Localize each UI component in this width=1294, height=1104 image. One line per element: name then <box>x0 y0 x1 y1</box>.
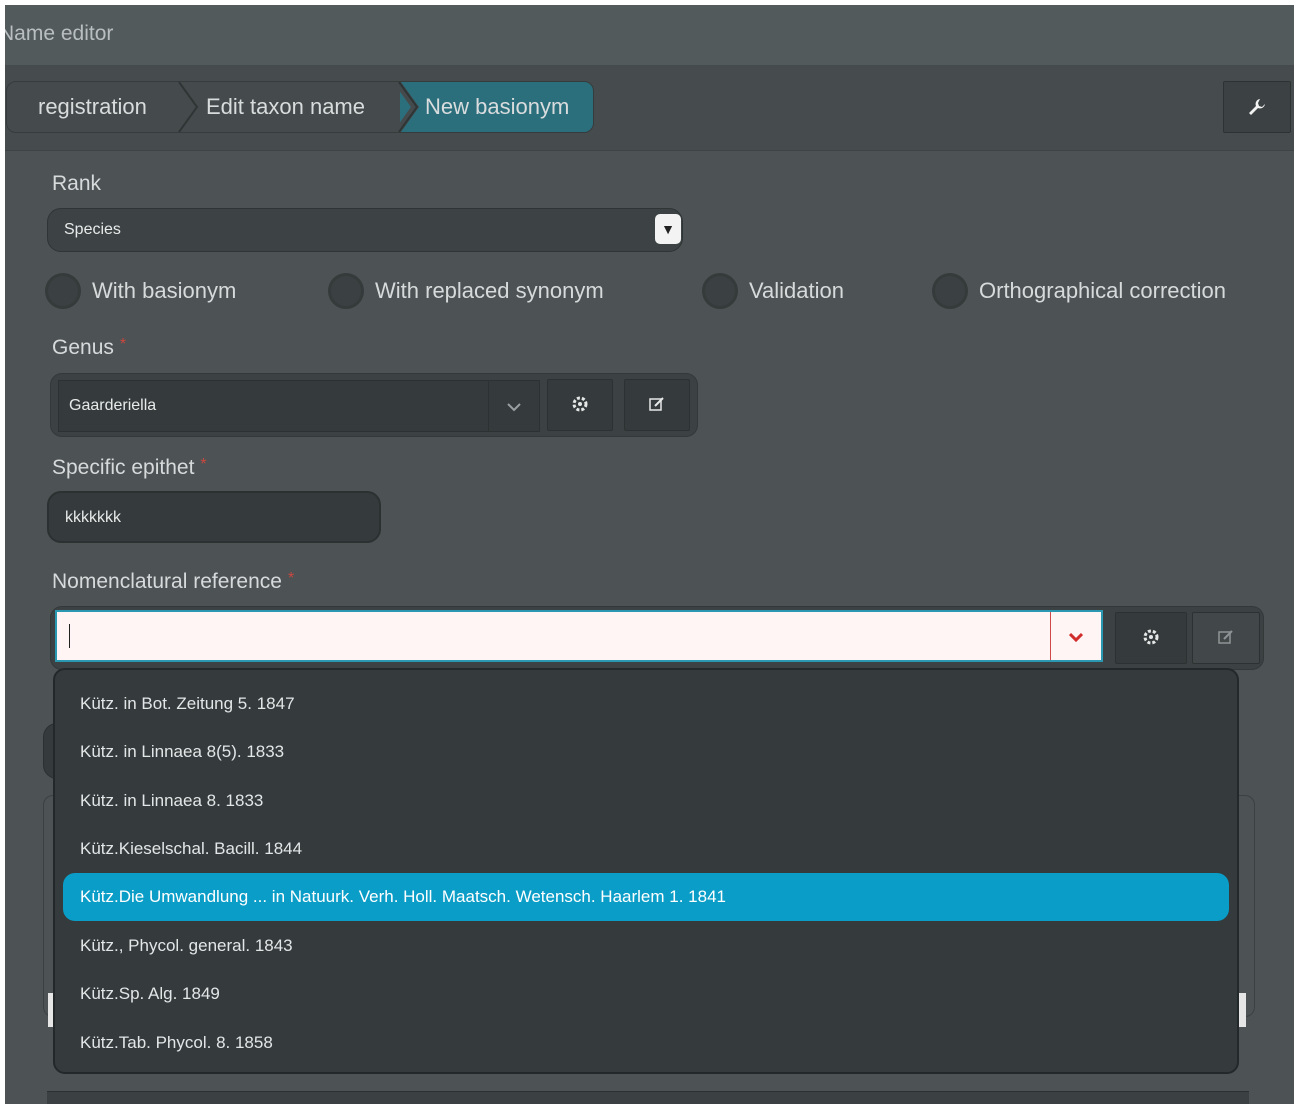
required-marker: * <box>287 570 295 587</box>
validation-checkbox[interactable] <box>702 273 738 309</box>
hidden-scroll-fragment <box>1238 993 1246 1027</box>
chevron-down-icon <box>1068 632 1084 643</box>
breadcrumb-separator-icon <box>393 82 419 132</box>
list-item[interactable]: Kütz.Sp. Alg. 1849 <box>63 970 1229 1018</box>
genus-label: Genus * <box>52 336 126 360</box>
toolbar: registration Edit taxon name New basiony… <box>5 66 1294 151</box>
breadcrumb-item-registration[interactable]: registration <box>38 82 147 132</box>
genus-select-button[interactable] <box>547 379 613 431</box>
list-item[interactable]: Kütz. in Linnaea 8. 1833 <box>63 777 1229 825</box>
specific-epithet-label: Specific epithet * <box>52 456 207 480</box>
genus-label-text: Genus <box>52 336 114 359</box>
edit-icon <box>649 397 664 411</box>
list-item-label: Kütz.Kieselschal. Bacill. 1844 <box>80 839 303 858</box>
rank-value: Species <box>64 221 121 238</box>
list-item-label: Kütz. in Linnaea 8(5). 1833 <box>80 742 285 761</box>
rank-select[interactable]: Species ▼ <box>47 208 683 252</box>
nomenclatural-reference-edit-button[interactable] <box>1192 612 1260 664</box>
window-title: Name editor <box>5 22 114 45</box>
orthographical-correction-label[interactable]: Orthographical correction <box>979 278 1226 304</box>
rank-label: Rank <box>52 172 102 195</box>
nomenclatural-reference-label-text: Nomenclatural reference <box>52 570 282 593</box>
breadcrumb-item-edit-taxon-name[interactable]: Edit taxon name <box>206 82 365 132</box>
with-replaced-synonym-checkbox[interactable] <box>328 273 364 309</box>
nomenclatural-reference-dropdown-button[interactable] <box>1050 612 1101 660</box>
list-item[interactable]: Kütz.Kieselschal. Bacill. 1844 <box>63 825 1229 873</box>
with-basionym-label[interactable]: With basionym <box>92 278 236 304</box>
with-basionym-checkbox[interactable] <box>45 273 81 309</box>
list-item[interactable]: Kütz. in Linnaea 8(5). 1833 <box>63 728 1229 776</box>
list-item-label: Kütz. in Bot. Zeitung 5. 1847 <box>80 694 295 713</box>
orthographical-correction-checkbox[interactable] <box>932 273 968 309</box>
validation-label[interactable]: Validation <box>749 278 844 304</box>
breadcrumb-item-new-basionym[interactable]: New basionym <box>425 82 569 132</box>
specific-epithet-value: kkkkkkk <box>65 509 121 526</box>
name-editor-window: Name editor registration Edit taxon name… <box>5 5 1294 1104</box>
genus-field-group: Gaarderiella <box>50 373 698 437</box>
list-item[interactable]: Kütz.Tab. Phycol. 8. 1858 <box>63 1019 1229 1067</box>
settings-button[interactable] <box>1223 81 1291 133</box>
list-item[interactable]: Kütz. in Bot. Zeitung 5. 1847 <box>63 680 1229 728</box>
hidden-field-fragment <box>47 1091 1249 1104</box>
list-item-label: Kütz., Phycol. general. 1843 <box>80 936 293 955</box>
chevron-down-icon <box>507 403 521 412</box>
list-item-label: Kütz.Sp. Alg. 1849 <box>80 984 220 1003</box>
cog-icon <box>572 396 588 412</box>
specific-epithet-input[interactable]: kkkkkkk <box>47 491 381 543</box>
nomenclatural-reference-field-group <box>50 606 1264 670</box>
required-marker: * <box>200 456 207 473</box>
text-caret <box>69 624 70 648</box>
list-item-label: Kütz. in Linnaea 8. 1833 <box>80 791 264 810</box>
list-item[interactable]: Kütz., Phycol. general. 1843 <box>63 922 1229 970</box>
edit-icon <box>1218 630 1233 644</box>
list-item-highlighted[interactable]: Kütz.Die Umwandlung ... in Natuurk. Verh… <box>63 873 1229 921</box>
nomenclatural-reference-input[interactable] <box>55 610 1103 662</box>
breadcrumb-separator-icon <box>178 82 199 132</box>
nomenclatural-reference-dropdown-list[interactable]: Kütz. in Bot. Zeitung 5. 1847 Kütz. in L… <box>53 668 1239 1074</box>
required-marker: * <box>119 336 127 353</box>
genus-edit-button[interactable] <box>624 379 690 431</box>
genus-value: Gaarderiella <box>69 397 157 414</box>
wrench-icon <box>1249 99 1265 115</box>
nomenclatural-reference-select-button[interactable] <box>1115 612 1187 664</box>
chevron-down-icon[interactable]: ▼ <box>655 214 681 244</box>
list-item-label: Kütz.Die Umwandlung ... in Natuurk. Verh… <box>80 887 726 906</box>
list-item-label: Kütz.Tab. Phycol. 8. 1858 <box>80 1033 273 1052</box>
genus-dropdown-button[interactable] <box>488 381 539 431</box>
cog-icon <box>1143 629 1159 645</box>
nomenclatural-reference-label: Nomenclatural reference * <box>52 570 294 594</box>
breadcrumb: registration Edit taxon name New basiony… <box>6 81 594 133</box>
title-bar: Name editor <box>5 5 1294 66</box>
specific-epithet-label-text: Specific epithet <box>52 456 195 479</box>
genus-combobox[interactable]: Gaarderiella <box>58 380 540 432</box>
with-replaced-synonym-label[interactable]: With replaced synonym <box>375 278 604 304</box>
